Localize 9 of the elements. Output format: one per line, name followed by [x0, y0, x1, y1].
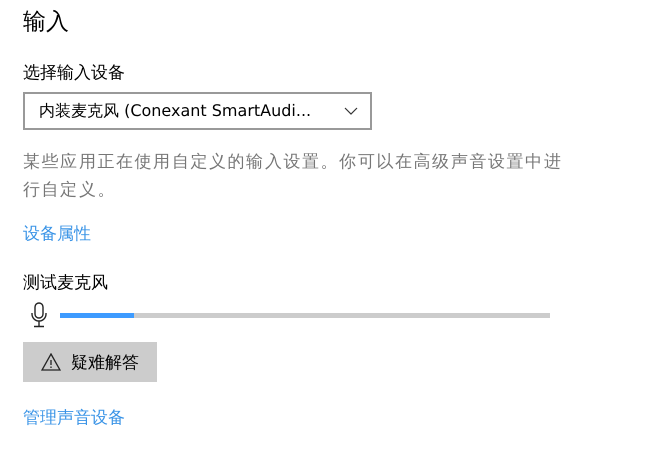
warning-icon [41, 353, 61, 371]
microphone-icon [30, 302, 48, 328]
troubleshoot-button[interactable]: 疑难解答 [23, 342, 157, 382]
chevron-down-icon [344, 107, 358, 115]
device-dropdown[interactable]: 内装麦克风 (Conexant SmartAudi... [23, 92, 372, 130]
description-text: 某些应用正在使用自定义的输入设置。你可以在高级声音设置中进行自定义。 [23, 151, 564, 202]
field-label: 选择输入设备 [23, 62, 125, 84]
test-label: 测试麦克风 [23, 272, 108, 294]
section-title: 输入 [23, 8, 69, 37]
